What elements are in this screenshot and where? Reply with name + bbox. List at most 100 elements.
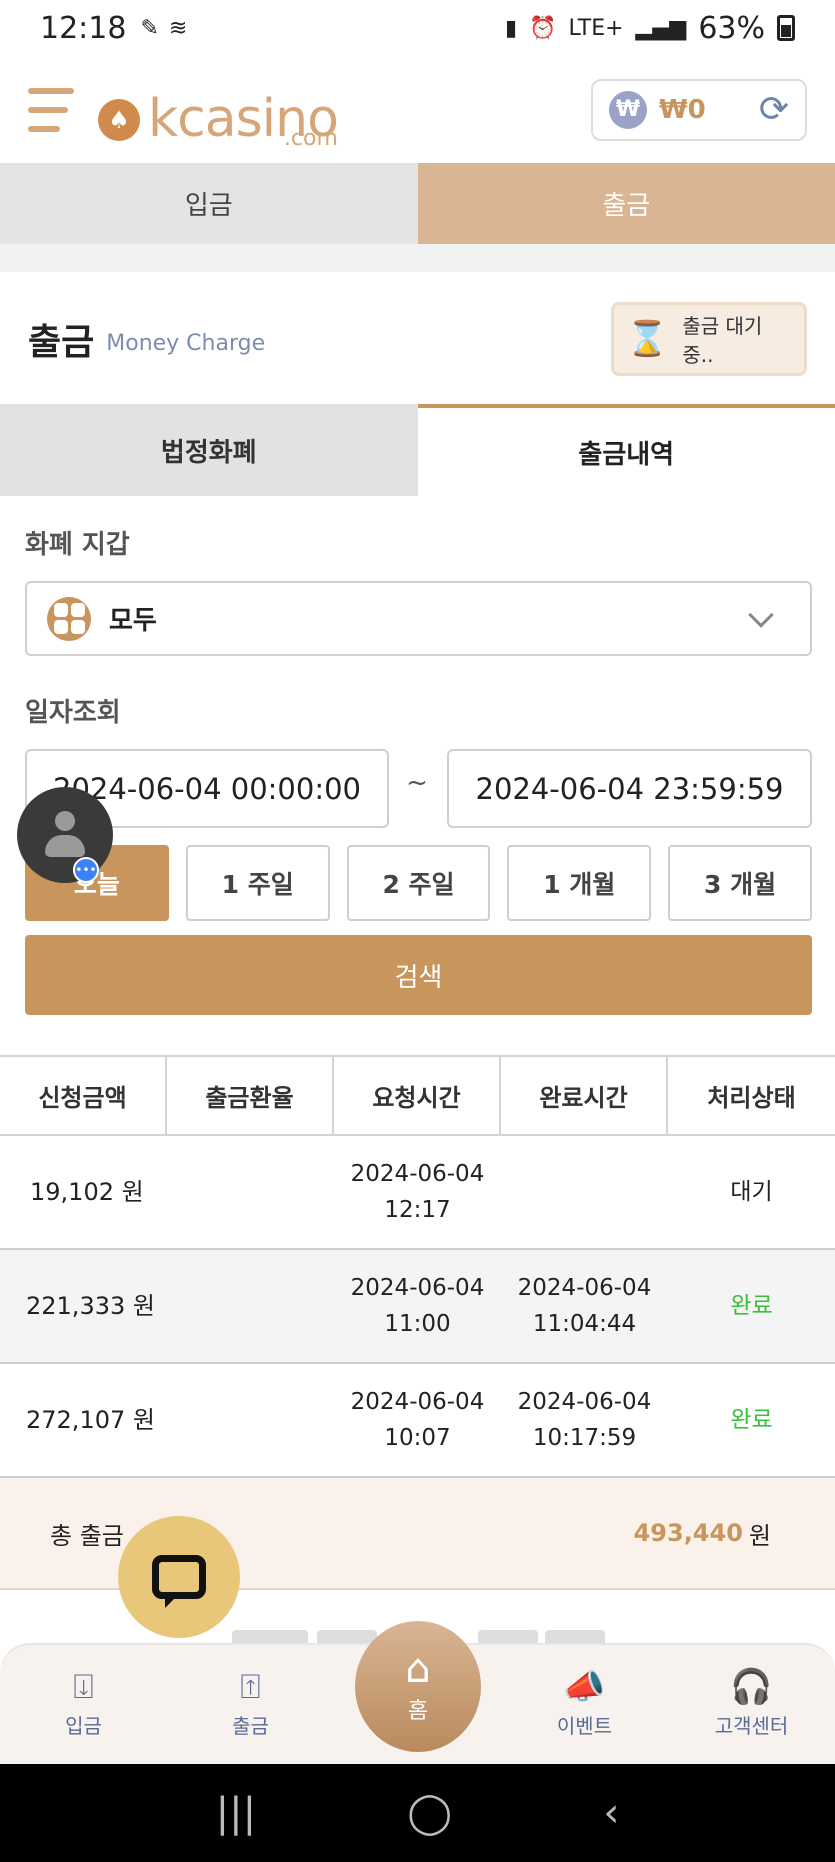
period-1month-button[interactable]: 1 개월	[507, 845, 652, 921]
pagination-item[interactable]	[317, 1630, 377, 1644]
nav-deposit-label: 입금	[65, 1714, 102, 1738]
date-to-input[interactable]: 2024-06-04 23:59:59	[447, 749, 812, 828]
nav-withdraw[interactable]: ⍐ 출금	[167, 1645, 334, 1764]
cell-complete-time: 2024-06-04 10:17:59	[501, 1364, 668, 1476]
tab-withdraw-history[interactable]: 출금내역	[417, 404, 835, 496]
refresh-icon[interactable]: ⟳	[759, 91, 789, 128]
nav-home-button[interactable]: ⌂ 홈	[355, 1621, 481, 1752]
nav-support[interactable]: 🎧 고객센터	[668, 1645, 835, 1764]
all-wallets-icon	[47, 596, 91, 641]
chat-icon	[152, 1555, 206, 1608]
divider	[0, 244, 835, 272]
nav-support-label: 고객센터	[714, 1714, 789, 1738]
wallet-select[interactable]: 모두	[25, 581, 812, 656]
period-2week-button[interactable]: 2 주일	[346, 845, 491, 921]
signal-icon: ▂▄▆	[635, 15, 687, 41]
request-date: 2024-06-04	[350, 1275, 485, 1301]
hourglass-icon: ⌛	[626, 319, 669, 359]
section-header: 출금 Money Charge ⌛ 출금 대기 중..	[0, 272, 835, 406]
cell-status: 대기	[730, 1179, 773, 1205]
tab-deposit[interactable]: 입금	[0, 163, 418, 244]
col-request-time: 요청시간	[334, 1057, 501, 1134]
wallet-select-value: 모두	[109, 606, 157, 636]
nav-event-label: 이벤트	[556, 1714, 613, 1738]
tab-fiat[interactable]: 법정화폐	[0, 404, 418, 496]
col-rate: 출금환율	[167, 1057, 334, 1134]
cell-rate	[167, 1136, 334, 1248]
battery-saver-icon: ▮	[505, 15, 518, 41]
request-clock: 12:17	[384, 1197, 451, 1223]
complete-date: 2024-06-04	[517, 1389, 652, 1415]
withdraw-pending-button[interactable]: ⌛ 출금 대기 중..	[611, 302, 807, 376]
wallet-balance-box[interactable]: ₩ ₩0 ⟳	[591, 78, 807, 141]
home-icon: ⌂	[405, 1645, 431, 1692]
app-header: kcasino .com ₩ ₩0 ⟳	[0, 56, 835, 163]
pagination-item[interactable]	[545, 1630, 605, 1644]
total-label: 총 출금	[50, 1521, 124, 1550]
request-date: 2024-06-04	[350, 1161, 485, 1187]
nav-deposit[interactable]: ⍗ 입금	[0, 1645, 167, 1764]
table-row: 272,107 원 2024-06-04 10:07 2024-06-04 10:1…	[0, 1364, 835, 1478]
won-coin-icon: ₩	[609, 90, 647, 129]
nav-event[interactable]: 📣 이벤트	[501, 1645, 668, 1764]
complete-clock: 10:17:59	[532, 1425, 637, 1451]
site-logo[interactable]: kcasino .com	[98, 75, 339, 151]
total-value: 493,440	[633, 1519, 743, 1547]
live-chat-button[interactable]	[118, 1516, 240, 1638]
megaphone-icon: 📣	[563, 1667, 606, 1707]
wallet-balance: ₩0	[659, 94, 706, 125]
home-circle-icon[interactable]: ◯	[407, 1790, 452, 1836]
date-label: 일자조회	[25, 698, 121, 728]
headset-icon: 🎧	[730, 1667, 773, 1707]
period-3month-button[interactable]: 3 개월	[668, 845, 812, 921]
search-button[interactable]: 검색	[25, 935, 812, 1015]
request-clock: 10:07	[384, 1425, 451, 1451]
period-buttons: 오늘 1 주일 2 주일 1 개월 3 개월	[25, 845, 812, 921]
alarm-icon: ⏰	[529, 15, 557, 41]
notification-icon: ✎	[140, 15, 159, 41]
complete-date: 2024-06-04	[517, 1275, 652, 1301]
withdraw-icon: ⍐	[240, 1667, 261, 1707]
messenger-badge-icon: •••	[73, 857, 99, 883]
cell-rate	[167, 1364, 334, 1476]
request-date: 2024-06-04	[350, 1389, 485, 1415]
cell-amount: 272,107 원	[26, 1406, 155, 1434]
system-navigation-bar: ||| ◯ ‹	[0, 1764, 835, 1862]
tab-withdraw[interactable]: 출금	[417, 163, 835, 244]
col-amount: 신청금액	[0, 1057, 167, 1134]
cell-amount: 19,102 원	[30, 1178, 144, 1206]
cell-status: 완료	[730, 1293, 773, 1319]
cell-amount: 221,333 원	[26, 1292, 155, 1320]
request-clock: 11:00	[384, 1311, 451, 1337]
cell-request-time: 2024-06-04 12:17	[334, 1136, 501, 1248]
pending-label: 출금 대기 중..	[682, 314, 763, 367]
wallet-label: 화폐 지갑	[25, 530, 130, 560]
cell-complete-time	[501, 1136, 668, 1248]
total-unit: 원	[748, 1521, 771, 1550]
menu-icon[interactable]	[28, 87, 74, 132]
deposit-icon: ⍗	[73, 1667, 94, 1707]
floating-avatar-button[interactable]: •••	[17, 787, 113, 883]
table-row: 19,102 원 2024-06-04 12:17 대기	[0, 1136, 835, 1250]
chevron-down-icon	[748, 601, 774, 628]
cell-rate	[167, 1250, 334, 1362]
recent-apps-icon[interactable]: |||	[216, 1790, 256, 1836]
battery-icon	[777, 15, 795, 41]
cell-complete-time: 2024-06-04 11:04:44	[501, 1250, 668, 1362]
logo-domain: .com	[283, 125, 338, 151]
app-notification-icon: ≋	[168, 15, 188, 41]
status-time: 12:18	[40, 10, 127, 46]
cell-request-time: 2024-06-04 11:00	[334, 1250, 501, 1362]
table-row: 221,333 원 2024-06-04 11:00 2024-06-04 11:0…	[0, 1250, 835, 1364]
casino-chip-icon	[98, 98, 140, 141]
pagination-item[interactable]	[478, 1630, 538, 1644]
pagination-item[interactable]	[232, 1630, 308, 1644]
battery-percent: 63%	[698, 10, 765, 46]
user-icon	[55, 811, 75, 831]
back-icon[interactable]: ‹	[603, 1790, 619, 1836]
status-bar: 12:18 ✎ ≋ ▮ ⏰ LTE+ ▂▄▆ 63%	[0, 0, 835, 56]
withdraw-sub-tabs: 법정화폐 출금내역	[0, 404, 835, 496]
period-1week-button[interactable]: 1 주일	[185, 845, 330, 921]
cell-status: 완료	[730, 1407, 773, 1433]
network-type: LTE+	[568, 15, 624, 41]
